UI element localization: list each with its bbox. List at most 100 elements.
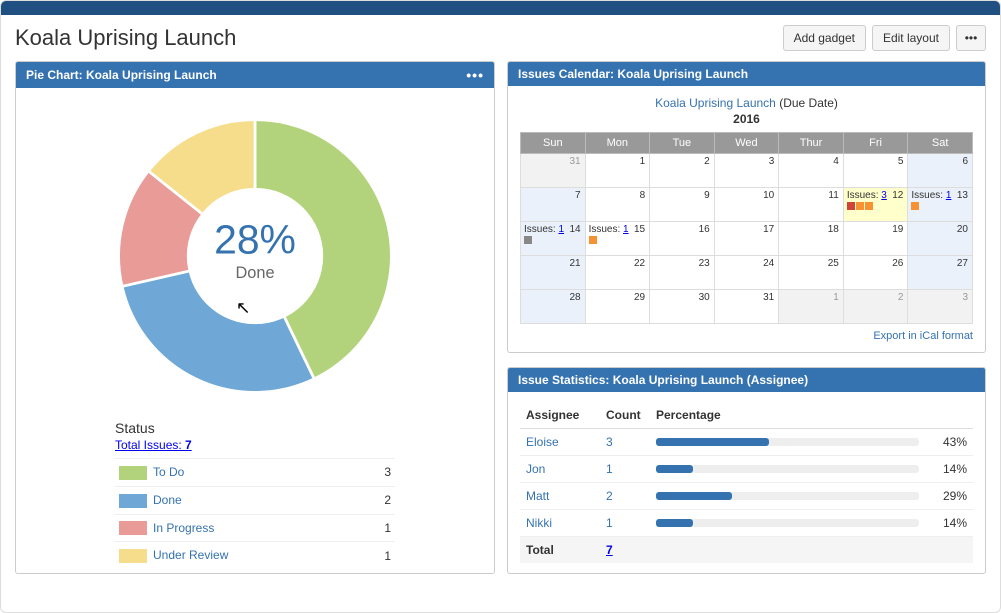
calendar-day[interactable]: 16 [650, 222, 715, 256]
total-issues-link[interactable]: Total Issues: 7 [115, 438, 192, 452]
calendar-day[interactable]: 22 [585, 256, 650, 290]
calendar-day[interactable]: 18 [779, 222, 844, 256]
day-number: 20 [957, 224, 968, 235]
pie-gadget-menu-icon[interactable]: ••• [466, 67, 484, 83]
day-number: 1 [833, 292, 839, 303]
day-number: 3 [769, 156, 775, 167]
edit-layout-button[interactable]: Edit layout [872, 25, 950, 51]
calendar-day[interactable]: 5 [843, 154, 908, 188]
stats-row: Jon114% [520, 456, 973, 483]
col-count: Count [600, 402, 650, 429]
calendar-day[interactable]: 1 [779, 290, 844, 324]
total-label: Total [520, 537, 600, 564]
calendar-day[interactable]: 30 [650, 290, 715, 324]
calendar-year: 2016 [520, 112, 973, 126]
donut-chart[interactable]: 28% Done ↖ [105, 106, 405, 406]
status-row: In Progress 1 [115, 514, 395, 542]
day-number: 18 [828, 224, 839, 235]
status-link[interactable]: In Progress [153, 521, 214, 535]
calendar-day[interactable]: 26 [843, 256, 908, 290]
status-count: 1 [365, 514, 395, 542]
calendar-day[interactable]: 29 [585, 290, 650, 324]
calendar-day[interactable]: 20 [908, 222, 973, 256]
day-number: 7 [575, 190, 581, 201]
status-swatch [119, 494, 147, 508]
calendar-day[interactable]: 14 Issues: 1 [521, 222, 586, 256]
day-number: 28 [569, 292, 580, 303]
assignee-link[interactable]: Nikki [526, 516, 552, 530]
stats-table: Assignee Count Percentage Eloise343%Jon1… [520, 402, 973, 563]
calendar-day[interactable]: 31 [714, 290, 779, 324]
issues-count-link[interactable]: 3 [881, 190, 887, 201]
calendar-day[interactable]: 19 [843, 222, 908, 256]
total-count-link[interactable]: 7 [606, 543, 613, 557]
count-link[interactable]: 1 [606, 462, 613, 476]
calendar-day[interactable]: 28 [521, 290, 586, 324]
calendar-day[interactable]: 15Issues: 1 [585, 222, 650, 256]
day-number: 16 [699, 224, 710, 235]
issues-count-link[interactable]: 1 [558, 224, 564, 235]
calendar-day[interactable]: 21 [521, 256, 586, 290]
weekday-header: Wed [714, 133, 779, 154]
day-number: 31 [569, 156, 580, 167]
calendar-day[interactable]: 9 [650, 188, 715, 222]
issues-count-label: Issues: [847, 190, 881, 201]
calendar-day[interactable]: 17 [714, 222, 779, 256]
issues-count-link[interactable]: 1 [623, 224, 629, 235]
calendar-day[interactable]: 8 [585, 188, 650, 222]
day-number: 29 [634, 292, 645, 303]
day-number: 5 [898, 156, 904, 167]
calendar-day[interactable]: 10 [714, 188, 779, 222]
calendar-day[interactable]: 25 [779, 256, 844, 290]
col-assignee: Assignee [520, 402, 600, 429]
calendar-day[interactable]: 31 [521, 154, 586, 188]
calendar-day[interactable]: 11 [779, 188, 844, 222]
day-number: 14 [569, 224, 580, 235]
day-number: 24 [763, 258, 774, 269]
percent-value: 43% [925, 429, 973, 456]
calendar-day[interactable]: 3 [908, 290, 973, 324]
pie-gadget-title: Pie Chart: Koala Uprising Launch [26, 68, 217, 82]
add-gadget-button[interactable]: Add gadget [783, 25, 866, 51]
calendar-project-link[interactable]: Koala Uprising Launch [655, 96, 776, 110]
status-row: Under Review1 [115, 542, 395, 569]
calendar-day[interactable]: 7 [521, 188, 586, 222]
calendar-table: SunMonTueWedThurFriSat 31123456789101112… [520, 132, 973, 324]
issue-block [911, 202, 919, 210]
status-link[interactable]: To Do [153, 465, 184, 479]
issue-color-blocks [911, 202, 969, 210]
status-link[interactable]: Under Review [153, 548, 228, 562]
calendar-day[interactable]: 27 [908, 256, 973, 290]
calendar-day[interactable]: 2 [650, 154, 715, 188]
calendar-day[interactable]: 23 [650, 256, 715, 290]
count-link[interactable]: 3 [606, 435, 613, 449]
weekday-header: Fri [843, 133, 908, 154]
assignee-link[interactable]: Eloise [526, 435, 559, 449]
calendar-day[interactable]: 13Issues: 1 [908, 188, 973, 222]
calendar-day[interactable]: 4 [779, 154, 844, 188]
issue-statistics-gadget: Issue Statistics: Koala Uprising Launch … [507, 367, 986, 574]
day-number: 26 [892, 258, 903, 269]
day-number: 23 [699, 258, 710, 269]
issue-block [524, 236, 532, 244]
status-link[interactable]: Done [153, 493, 182, 507]
calendar-day[interactable]: 1 [585, 154, 650, 188]
donut-center-percent: 28% [214, 216, 296, 262]
day-number: 2 [898, 292, 904, 303]
count-link[interactable]: 2 [606, 489, 613, 503]
count-link[interactable]: 1 [606, 516, 613, 530]
assignee-link[interactable]: Matt [526, 489, 549, 503]
donut-center-label: Done [235, 264, 274, 282]
calendar-day[interactable]: 3 [714, 154, 779, 188]
issues-count-label: Issues: [524, 224, 558, 235]
calendar-day[interactable]: 24 [714, 256, 779, 290]
calendar-day[interactable]: 2 [843, 290, 908, 324]
more-actions-button[interactable]: ••• [956, 25, 986, 51]
issues-count-link[interactable]: 1 [946, 190, 952, 201]
issue-block [589, 236, 597, 244]
issues-count-label: Issues: [589, 224, 623, 235]
assignee-link[interactable]: Jon [526, 462, 545, 476]
export-ical-link[interactable]: Export in iCal format [873, 330, 973, 342]
calendar-day[interactable]: 6 [908, 154, 973, 188]
calendar-day[interactable]: 12Issues: 3 [843, 188, 908, 222]
